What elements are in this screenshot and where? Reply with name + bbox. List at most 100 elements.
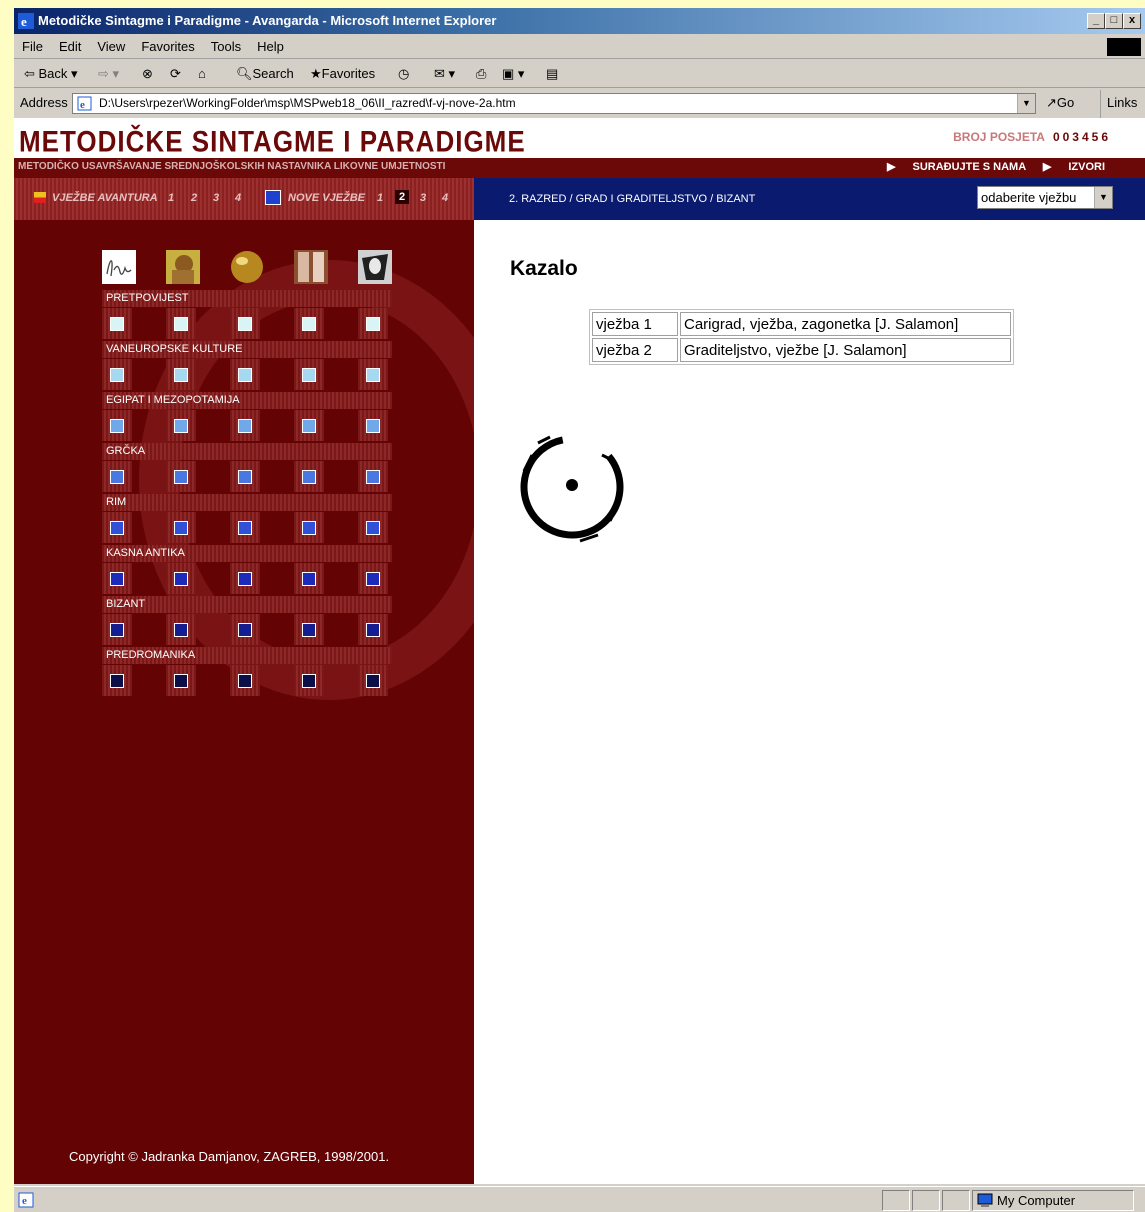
period-cell[interactable] (166, 563, 196, 594)
computer-icon (977, 1193, 993, 1207)
nove-link-2-active[interactable]: 2 (395, 190, 410, 204)
period-cell[interactable] (230, 359, 260, 390)
period-label: EGIPAT I MEZOPOTAMIJA (102, 392, 392, 409)
period-cell[interactable] (166, 512, 196, 543)
chevron-down-icon[interactable]: ▼ (1094, 187, 1112, 208)
period-cell[interactable] (294, 614, 324, 645)
sphere-icon[interactable] (230, 250, 264, 284)
discuss-icon[interactable]: ▤ (546, 61, 558, 87)
address-input[interactable]: e D:\Users\rpezer\WorkingFolder\msp\MSPw… (72, 93, 1036, 114)
period-cell[interactable] (294, 308, 324, 339)
period-cell[interactable] (102, 308, 132, 339)
period-cell[interactable] (358, 308, 388, 339)
period-square-icon (110, 317, 124, 331)
period-cell[interactable] (102, 614, 132, 645)
period-cell[interactable] (358, 665, 388, 696)
period-cell[interactable] (102, 461, 132, 492)
period-square-icon (366, 572, 380, 586)
minimize-button[interactable]: _ (1087, 13, 1105, 29)
face-icon[interactable] (358, 250, 392, 284)
nove-link-1[interactable]: 1 (377, 192, 383, 204)
period-cell[interactable] (358, 359, 388, 390)
period-cell[interactable] (102, 665, 132, 696)
refresh-icon[interactable]: ⟳ (170, 61, 181, 87)
period-square-icon (302, 674, 316, 688)
period-cell[interactable] (230, 512, 260, 543)
period-cell[interactable] (230, 614, 260, 645)
back-button[interactable]: ⇦ Back ▾ (24, 61, 78, 87)
edit-icon[interactable]: ▣ ▾ (502, 61, 524, 87)
period-cell[interactable] (166, 614, 196, 645)
menu-favorites[interactable]: Favorites (133, 36, 202, 58)
avantura-link-2[interactable]: 2 (191, 192, 197, 204)
menu-file[interactable]: File (14, 36, 51, 58)
breadcrumb-bar: 2. RAZRED / GRAD I GRADITELJSTVO / BIZAN… (474, 178, 1145, 220)
nove-label[interactable]: NOVE VJEŽBE (288, 192, 365, 204)
period-cell[interactable] (230, 461, 260, 492)
avantura-link-4[interactable]: 4 (235, 192, 241, 204)
period-cell[interactable] (358, 614, 388, 645)
period-cell[interactable] (102, 512, 132, 543)
period-square-icon (238, 521, 252, 535)
menu-view[interactable]: View (89, 36, 133, 58)
period-cell[interactable] (166, 308, 196, 339)
avantura-link-1[interactable]: 1 (168, 192, 174, 204)
svg-text:e: e (22, 1195, 27, 1207)
stop-icon[interactable]: ⊗ (142, 61, 153, 87)
forward-button[interactable]: ⇨ ▾ (98, 61, 119, 87)
period-cell[interactable] (230, 665, 260, 696)
period-cell[interactable] (166, 665, 196, 696)
nove-icon (265, 190, 281, 205)
period-cell[interactable] (166, 359, 196, 390)
history-icon[interactable]: ◷ (398, 61, 409, 87)
site-logo[interactable]: METODIČKE SINTAGME I PARADIGME (19, 124, 526, 160)
go-button[interactable]: ↗Go (1046, 90, 1074, 116)
period-cell[interactable] (166, 410, 196, 441)
doorway-icon[interactable] (294, 250, 328, 284)
menu-help[interactable]: Help (249, 36, 292, 58)
period-cell[interactable] (358, 512, 388, 543)
period-cell[interactable] (358, 563, 388, 594)
period-cell[interactable] (358, 461, 388, 492)
link-izvori[interactable]: ▶ IZVORI (1043, 161, 1105, 173)
period-square-icon (238, 368, 252, 382)
period-cell[interactable] (294, 512, 324, 543)
home-icon[interactable]: ⌂ (198, 61, 206, 87)
link-suradujte[interactable]: ▶ SURAĐUJTE S NAMA (887, 161, 1026, 173)
exercise-link[interactable]: Graditeljstvo, vježbe [J. Salamon] (680, 338, 1011, 362)
fresco-icon[interactable] (166, 250, 200, 284)
period-cell[interactable] (230, 410, 260, 441)
period-cell[interactable] (102, 410, 132, 441)
period-cell[interactable] (294, 461, 324, 492)
period-cell[interactable] (102, 563, 132, 594)
period-cell[interactable] (358, 410, 388, 441)
period-square-icon (238, 623, 252, 637)
exercise-link[interactable]: Carigrad, vježba, zagonetka [J. Salamon] (680, 312, 1011, 336)
period-cell[interactable] (294, 410, 324, 441)
avantura-link-3[interactable]: 3 (213, 192, 219, 204)
period-square-icon (238, 317, 252, 331)
mail-icon[interactable]: ✉ ▾ (434, 61, 455, 87)
exercise-select[interactable]: odaberite vježbu ▼ (977, 186, 1113, 209)
table-row: vježba 2 Graditeljstvo, vježbe [J. Salam… (592, 338, 1011, 362)
period-cell[interactable] (294, 563, 324, 594)
status-cell (882, 1190, 910, 1211)
maximize-button[interactable]: □ (1105, 13, 1123, 29)
close-button[interactable]: x (1123, 13, 1141, 29)
period-cell[interactable] (294, 665, 324, 696)
avantura-label[interactable]: VJEŽBE AVANTURA (52, 192, 158, 204)
nove-link-4[interactable]: 4 (442, 192, 448, 204)
print-icon[interactable]: ⎙ (476, 61, 486, 87)
period-cell[interactable] (230, 563, 260, 594)
period-cell[interactable] (102, 359, 132, 390)
favorites-button[interactable]: ★Favorites (310, 61, 375, 87)
menu-tools[interactable]: Tools (203, 36, 249, 58)
address-dropdown-icon[interactable]: ▼ (1017, 94, 1035, 113)
signature-icon[interactable] (102, 250, 136, 284)
period-cell[interactable] (294, 359, 324, 390)
period-cell[interactable] (166, 461, 196, 492)
period-cell[interactable] (230, 308, 260, 339)
menu-edit[interactable]: Edit (51, 36, 89, 58)
nove-link-3[interactable]: 3 (420, 192, 426, 204)
search-button[interactable]: 🔍︎Search (236, 61, 294, 87)
